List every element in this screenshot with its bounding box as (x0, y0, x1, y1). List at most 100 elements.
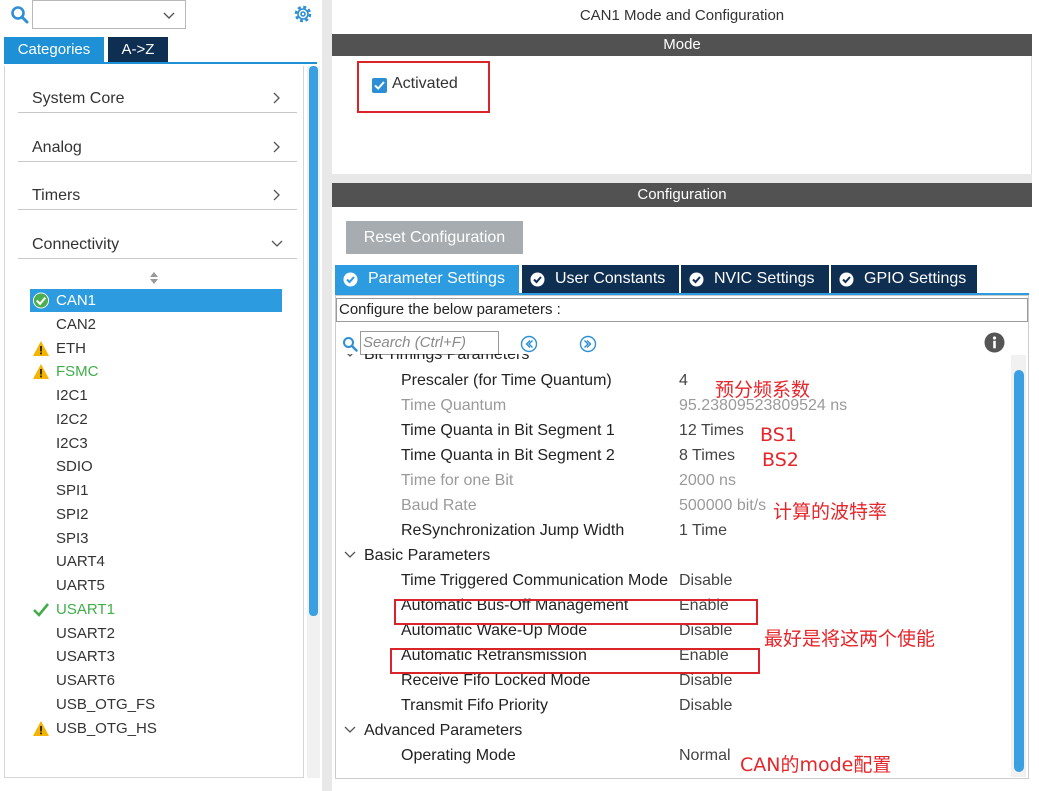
param-value: Normal (679, 747, 731, 764)
tab-label: GPIO Settings (864, 270, 967, 287)
list-item-label: I2C3 (56, 435, 88, 452)
param-value: 12 Times (679, 422, 744, 439)
check-circle-icon (689, 272, 704, 287)
tab-user-constants[interactable]: User Constants (522, 265, 679, 293)
list-item-label: USART1 (56, 601, 115, 618)
annotation-prescaler: 预分频系数 (715, 379, 811, 401)
scrollbar-thumb[interactable] (309, 66, 318, 616)
list-item-i2c2[interactable]: I2C2 (30, 408, 282, 431)
param-name: Time for one Bit (401, 472, 514, 489)
activated-checkbox[interactable] (372, 78, 387, 93)
chevron-right-icon (273, 189, 280, 201)
param-value: Disable (679, 697, 733, 714)
param-name: Time Triggered Communication Mode (401, 572, 669, 589)
list-item-usart6[interactable]: USART6 (30, 669, 282, 692)
list-item-usart2[interactable]: USART2 (30, 622, 282, 645)
category-system-core[interactable]: System Core (18, 69, 297, 113)
tab-nvic-settings[interactable]: NVIC Settings (681, 265, 829, 293)
page-title: CAN1 Mode and Configuration (579, 7, 785, 24)
annotation-box (390, 648, 760, 674)
list-item-label: UART4 (56, 553, 105, 570)
list-item-can2[interactable]: CAN2 (30, 313, 282, 336)
annotation-box: Activated (357, 61, 490, 113)
check-icon (374, 81, 385, 90)
param-value: 2000 ns (679, 472, 736, 489)
param-value: 500000 bit/s (679, 497, 767, 514)
list-item-fsmc[interactable]: FSMC (30, 360, 282, 383)
list-item-spi1[interactable]: SPI1 (30, 479, 282, 502)
info-icon[interactable] (984, 332, 1005, 353)
check-circle-icon (839, 272, 854, 287)
list-item-label: CAN1 (56, 292, 97, 309)
list-item-label: SPI2 (56, 506, 89, 523)
list-item-label: USART2 (56, 625, 115, 642)
list-item-label: CAN2 (56, 316, 97, 333)
annotation-mode: CAN的mode配置 (740, 754, 892, 776)
annotation-baud: 计算的波特率 (773, 501, 888, 523)
sort-icon[interactable] (148, 270, 160, 286)
param-name: ReSynchronization Jump Width (401, 522, 625, 539)
list-item-uart5[interactable]: UART5 (30, 574, 282, 597)
param-name: Prescaler (for Time Quantum) (401, 372, 612, 389)
category-label: System Core (32, 90, 125, 107)
list-item-label: SPI3 (56, 530, 89, 547)
mode-area: Activated (332, 56, 1032, 174)
list-item-label: UART5 (56, 577, 105, 594)
annotation-enable: 最好是将这两个使能 (764, 628, 936, 650)
list-item-label: ETH (56, 340, 86, 357)
list-item-eth[interactable]: ETH (30, 337, 282, 360)
chevron-down-icon (271, 240, 283, 247)
config-tabs: Parameter Settings User Constants NVIC S… (335, 265, 1025, 294)
param-value: Disable (679, 572, 733, 589)
next-icon[interactable] (579, 335, 597, 353)
check-circle-icon (530, 272, 545, 287)
list-item-spi3[interactable]: SPI3 (30, 527, 282, 550)
annotation-box (394, 599, 758, 625)
category-label: Analog (32, 139, 82, 156)
tab-a-z[interactable]: A->Z (108, 37, 168, 62)
group-label: Basic Parameters (364, 547, 491, 564)
list-item-usart3[interactable]: USART3 (30, 645, 282, 668)
parameter-search-input[interactable]: Search (Ctrl+F) (360, 331, 499, 355)
annotation-bs2: BS2 (762, 449, 799, 471)
list-item-spi2[interactable]: SPI2 (30, 503, 282, 526)
list-item-usb-otg-hs[interactable]: USB_OTG_HS (30, 717, 282, 740)
parameter-panel: Configure the below parameters : Search … (335, 295, 1029, 779)
search-combo[interactable] (32, 0, 186, 29)
list-item-can1[interactable]: CAN1 (30, 289, 282, 312)
scrollbar-thumb[interactable] (1014, 370, 1024, 772)
list-item-label: SDIO (56, 458, 93, 475)
category-label: Timers (32, 187, 81, 204)
param-name: Operating Mode (401, 747, 516, 764)
panel-divider[interactable] (322, 0, 332, 791)
check-circle-icon (32, 292, 50, 309)
chevron-right-icon (273, 141, 280, 153)
tab-parameter-settings[interactable]: Parameter Settings (335, 265, 519, 293)
list-item-label: I2C2 (56, 411, 88, 428)
list-item-i2c1[interactable]: I2C1 (30, 384, 282, 407)
tab-gpio-settings[interactable]: GPIO Settings (831, 265, 977, 293)
search-icon[interactable] (10, 5, 30, 25)
check-circle-icon (343, 272, 358, 287)
param-name: Time Quantum (401, 397, 507, 414)
list-item-usart1[interactable]: USART1 (30, 598, 282, 621)
list-item-i2c3[interactable]: I2C3 (30, 432, 282, 455)
annotation-bs1: BS1 (760, 424, 797, 446)
category-analog[interactable]: Analog (18, 118, 297, 162)
category-connectivity[interactable]: Connectivity (18, 215, 297, 259)
previous-icon[interactable] (520, 335, 538, 353)
tab-categories[interactable]: Categories (4, 37, 104, 62)
category-timers[interactable]: Timers (18, 166, 297, 210)
tab-label: Parameter Settings (368, 270, 505, 287)
list-item-label: USB_OTG_HS (56, 720, 157, 737)
list-item-usb-otg-fs[interactable]: USB_OTG_FS (30, 693, 282, 716)
param-value: 4 (679, 372, 688, 389)
gear-icon[interactable] (291, 2, 315, 26)
warning-icon (33, 341, 49, 356)
list-item-sdio[interactable]: SDIO (30, 455, 282, 478)
reset-configuration-button[interactable]: Reset Configuration (346, 221, 523, 254)
tab-label: NVIC Settings (714, 270, 815, 287)
warning-icon (33, 721, 49, 736)
list-item-uart4[interactable]: UART4 (30, 550, 282, 573)
chevron-down-icon[interactable] (161, 7, 177, 23)
